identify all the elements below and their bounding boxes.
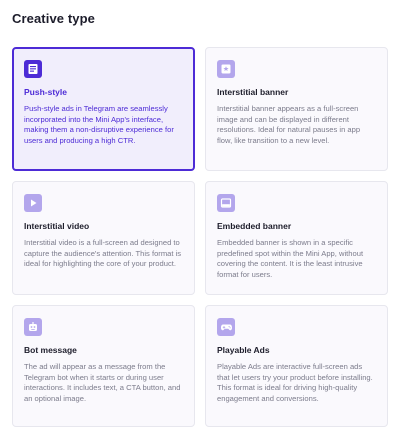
creative-card-playable-ads[interactable]: Playable Ads Playable Ads are interactiv…: [205, 305, 388, 427]
card-description: The ad will appear as a message from the…: [24, 362, 181, 403]
card-description: Playable Ads are interactive full-screen…: [217, 362, 373, 403]
creative-card-interstitial-banner[interactable]: Interstitial banner Interstitial banner …: [205, 47, 388, 171]
card-title: Interstitial banner: [217, 87, 289, 97]
creative-card-push-style[interactable]: Push-style Push-style ads in Telegram ar…: [12, 47, 195, 171]
embedded-banner-icon: [217, 194, 235, 212]
gamepad-icon: [217, 318, 235, 336]
creative-card-interstitial-video[interactable]: Interstitial video Interstitial video is…: [12, 181, 195, 295]
card-description: Push-style ads in Telegram are seamlessl…: [24, 104, 174, 145]
card-title: Push-style: [24, 87, 67, 97]
creative-type-grid: Push-style Push-style ads in Telegram ar…: [12, 47, 388, 427]
card-description: Embedded banner is shown in a specific p…: [217, 238, 364, 279]
card-title: Playable Ads: [217, 345, 270, 355]
video-play-icon: [24, 194, 42, 212]
creative-card-embedded-banner[interactable]: Embedded banner Embedded banner is shown…: [205, 181, 388, 295]
bot-icon: [24, 318, 42, 336]
page-title: Creative type: [12, 11, 95, 26]
document-list-icon: [24, 60, 42, 78]
card-title: Embedded banner: [217, 221, 292, 231]
creative-card-bot-message[interactable]: Bot message The ad will appear as a mess…: [12, 305, 195, 427]
card-title: Interstitial video: [24, 221, 90, 231]
card-description: Interstitial video is a full-screen ad d…: [24, 238, 182, 268]
card-description: Interstitial banner appears as a full-sc…: [217, 104, 361, 145]
image-star-icon: [217, 60, 235, 78]
card-title: Bot message: [24, 345, 77, 355]
